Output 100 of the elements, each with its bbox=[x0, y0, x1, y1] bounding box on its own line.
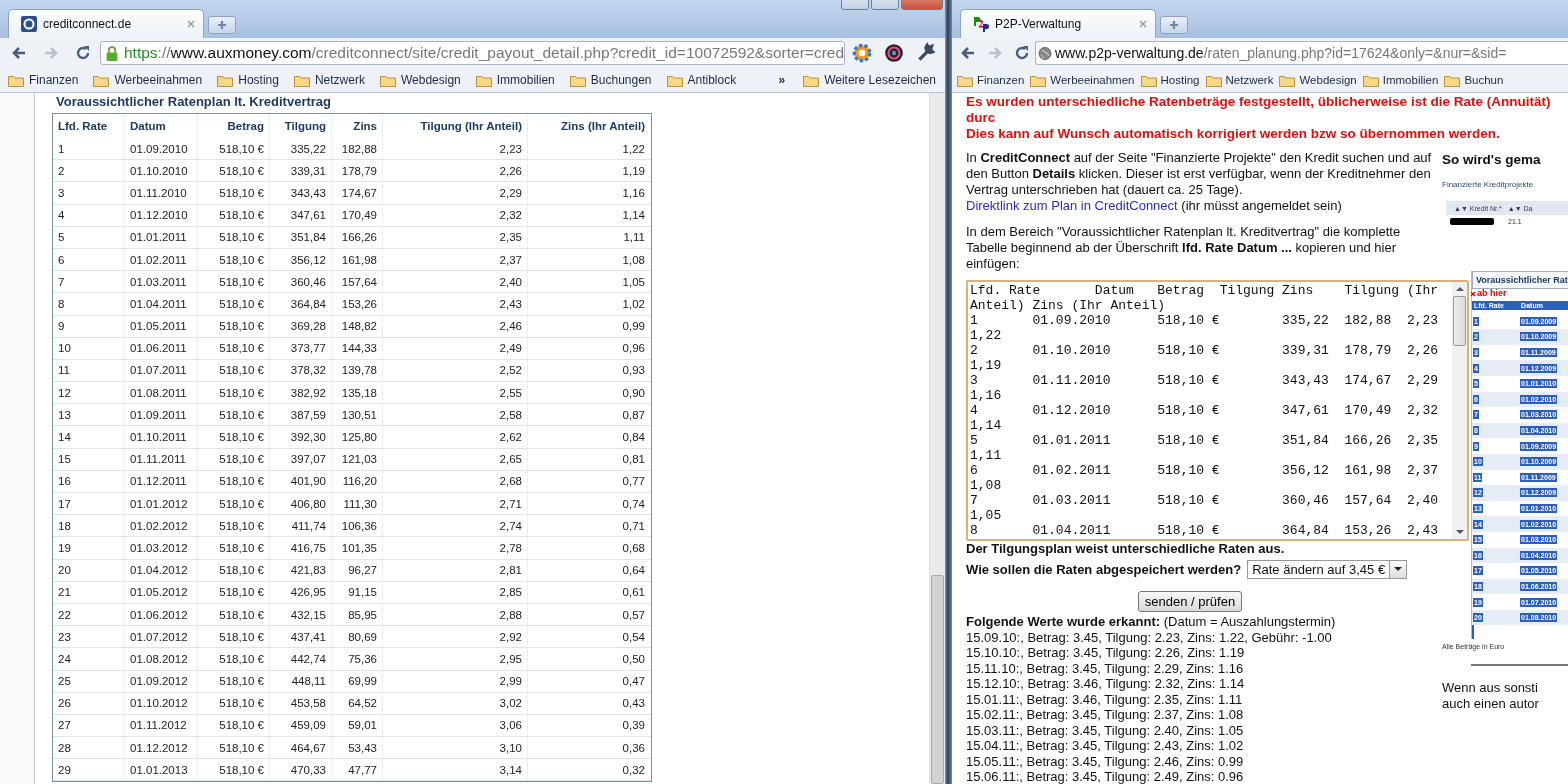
scrollbar-thumb[interactable] bbox=[931, 575, 944, 784]
bookmark-folder[interactable]: Hosting bbox=[1137, 73, 1203, 87]
table-cell: 64,52 bbox=[332, 692, 383, 714]
column-header: Zins bbox=[332, 114, 383, 138]
scrollbar[interactable] bbox=[1452, 282, 1467, 539]
close-icon[interactable] bbox=[1139, 20, 1147, 28]
table-cell: 356,12 bbox=[270, 248, 332, 271]
table-cell: 432,15 bbox=[270, 603, 332, 626]
table-cell: 2,85 bbox=[383, 581, 528, 603]
wrench-icon[interactable] bbox=[915, 42, 937, 64]
table-cell-text: 0,64 bbox=[621, 563, 646, 579]
address-bar[interactable]: www.p2p-verwaltung.de/raten_planung.php?id=17624&only=&nur=&sid= bbox=[1035, 41, 1568, 65]
table-cell: 69,99 bbox=[332, 670, 383, 692]
table-cell: 347,61 bbox=[270, 204, 332, 226]
browser-tab[interactable]: P2P-Verwaltung bbox=[960, 9, 1156, 38]
column-header: Lfd. Rate bbox=[53, 114, 125, 138]
table-cell: 459,09 bbox=[270, 714, 332, 737]
table-cell: 470,33 bbox=[270, 759, 332, 781]
folder-icon bbox=[93, 73, 110, 87]
folder-icon bbox=[217, 73, 234, 87]
bookmark-folder[interactable]: Werbeeinahmen bbox=[89, 73, 208, 87]
table-cell: 01.09.2011 bbox=[125, 404, 198, 426]
bookmark-folder[interactable]: Werbeeinahmen bbox=[1027, 73, 1138, 87]
table-cell: 91,15 bbox=[332, 581, 383, 603]
bookmark-folder[interactable]: Webdesign bbox=[1276, 73, 1360, 87]
bookmark-folder[interactable]: Webdesign bbox=[375, 73, 466, 87]
folder-icon bbox=[1030, 73, 1047, 87]
plus-icon bbox=[217, 20, 227, 30]
rate-dropdown[interactable]: Rate ändern auf 3,45 € bbox=[1247, 560, 1408, 579]
folder-icon bbox=[666, 73, 683, 87]
table-cell: 518,10 € bbox=[198, 359, 270, 382]
bookmark-folder[interactable]: Netzwerk bbox=[289, 73, 370, 87]
result-line: 15.09.10:, Betrag: 3.45, Tilgung: 2.23, Zins: 1.22, Gebühr: -1.00 bbox=[966, 629, 1333, 645]
cross-icon bbox=[1470, 290, 1476, 297]
table-cell: 518,10 € bbox=[198, 271, 270, 293]
table-cell: 19 bbox=[53, 537, 125, 559]
bookmark-folder[interactable]: Finanzen bbox=[954, 73, 1028, 87]
bookmark-folder[interactable]: Netzwerk bbox=[1202, 73, 1277, 87]
table-cell: 22 bbox=[53, 603, 125, 626]
table-cell: 3,02 bbox=[383, 692, 528, 714]
bookmark-folder[interactable]: Antiblock bbox=[662, 73, 742, 87]
plan-link[interactable]: Direktlink zum Plan in CreditConnect bbox=[966, 198, 1178, 213]
table-cell: 21 bbox=[53, 581, 125, 603]
browser-tab[interactable]: creditconnect.de bbox=[8, 9, 204, 38]
instruction-text: In dem Bereich "Voraussichtlicher Ratenplan lt. Kreditvertrag" die komplette Tabelle beginnend ab der Überschrift lfd. Rate Datum ... kopieren und hier einfügen: bbox=[966, 224, 1402, 272]
table-cell: 421,83 bbox=[270, 559, 332, 581]
down-arrow-icon[interactable] bbox=[1455, 530, 1464, 535]
back-arrow-icon bbox=[11, 45, 27, 61]
example-caption: Finanzierte Kreditprojekte bbox=[1442, 180, 1535, 189]
folder-icon bbox=[957, 73, 973, 87]
bookmark-folder[interactable]: Buchungen bbox=[565, 73, 657, 87]
close-icon[interactable] bbox=[187, 20, 195, 28]
result-line: 15.06.11:, Betrag: 3.45, Tilgung: 2.49, Zins: 0.96 bbox=[966, 769, 1245, 784]
table-cell: 364,84 bbox=[270, 293, 332, 315]
table-cell: 2,81 bbox=[383, 559, 528, 581]
up-arrow-icon[interactable] bbox=[1455, 286, 1464, 291]
bookmark-folder[interactable]: Finanzen bbox=[4, 73, 84, 87]
note-text: auch einen autor bbox=[1442, 696, 1540, 713]
submit-button[interactable]: senden / prüfen bbox=[1137, 591, 1243, 612]
table-cell: 2,32 bbox=[383, 204, 528, 226]
table-cell-text: 0,81 bbox=[621, 452, 646, 468]
table-cell: 518,10 € bbox=[198, 670, 270, 692]
table-cell: 2,99 bbox=[383, 670, 528, 692]
new-tab-button[interactable] bbox=[1160, 16, 1188, 34]
folder-icon bbox=[1444, 73, 1461, 87]
table-cell: 518,10 € bbox=[198, 337, 270, 359]
table-cell: 411,74 bbox=[270, 515, 332, 537]
gear-icon[interactable] bbox=[851, 42, 873, 64]
bookmark-folder[interactable]: Immobilien bbox=[1359, 73, 1442, 87]
bookmark-folder[interactable]: Hosting bbox=[213, 73, 284, 87]
caret-icon bbox=[1394, 567, 1403, 572]
bookmark-folder[interactable]: Buchun bbox=[1441, 73, 1507, 87]
paste-text-area[interactable]: Lfd. Rate Datum Betrag Tilgung Zins Tilgung (Ihr Anteil) Zins (Ihr Anteil) 1 01.09.2010 518,10 € 335,22 182,88 2,23 1,22 2 01.10.2010 518,10 € 339,31 178,79 2,26 1,19 3 01.11.2010 518,10 € 343,43 174,67 2,29 1,16 4 01.12.2010 518,10 € 347,61 170,49 2,32 1,14 5 01.01.2011 518,10 € 351,84 166,26 2,35 1,11 6 01.02.2011 518,10 € 356,12 161,98 2,37 1,08 7 01.03.2011 518,10 € 360,46 157,64 2,40 1,05 8 01.04.2011 518,10 € 364,84 153,26 2,43 bbox=[966, 280, 1469, 541]
table-cell: 53,43 bbox=[332, 737, 383, 759]
colorful-ball-icon[interactable] bbox=[883, 42, 905, 64]
column-header: Datum bbox=[125, 114, 198, 138]
scrollbar[interactable] bbox=[929, 93, 945, 784]
bookmark-folder[interactable]: Weitere Lesezeichen bbox=[799, 73, 941, 87]
scrollbar-thumb[interactable] bbox=[1453, 296, 1466, 346]
table-cell: 2,95 bbox=[383, 648, 528, 670]
table-cell: 80,69 bbox=[332, 626, 383, 648]
table-cell: 5 bbox=[53, 226, 125, 248]
table-cell: 01.12.2010 bbox=[125, 204, 198, 226]
table-cell: 170,49 bbox=[332, 204, 383, 226]
more-bookmarks-button[interactable]: » bbox=[770, 73, 794, 87]
table-cell: 518,10 € bbox=[198, 160, 270, 182]
table-cell: 464,67 bbox=[270, 737, 332, 759]
new-tab-button[interactable] bbox=[208, 16, 236, 34]
address-bar[interactable]: https://www.auxmoney.com/creditconnect/site/credit_payout_detail.php?credit_id=10072592&sorter=cred bbox=[100, 41, 845, 65]
table-cell-text: 0,96 bbox=[621, 341, 646, 357]
table-cell: 20 bbox=[53, 559, 125, 581]
table-cell-text: 0,77 bbox=[621, 474, 646, 490]
table-cell: 27 bbox=[53, 714, 125, 737]
bookmark-folder[interactable]: Immobilien bbox=[471, 73, 560, 87]
table-cell: 518,10 € bbox=[198, 626, 270, 648]
table-cell: 1 bbox=[53, 138, 125, 160]
table-cell: 343,43 bbox=[270, 182, 332, 204]
table-cell: 406,80 bbox=[270, 493, 332, 515]
table-cell: 47,77 bbox=[332, 759, 383, 781]
folder-icon bbox=[1205, 73, 1222, 87]
